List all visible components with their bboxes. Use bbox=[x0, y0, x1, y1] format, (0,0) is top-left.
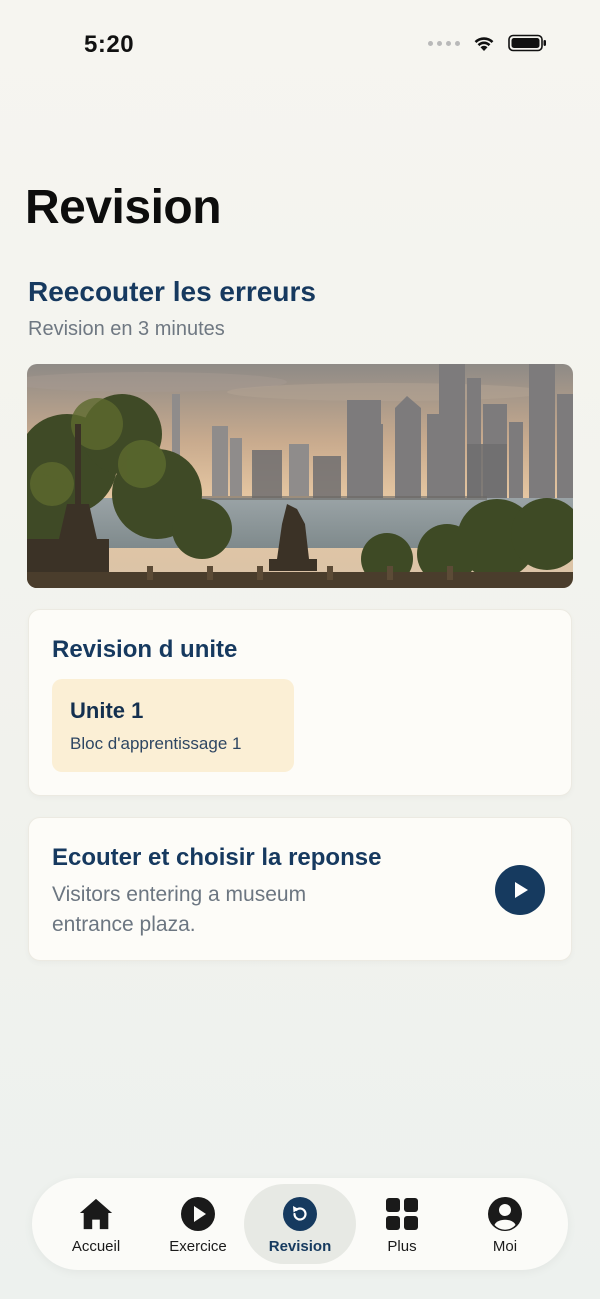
errors-section-subtitle: Revision en 3 minutes bbox=[28, 318, 225, 340]
play-button[interactable] bbox=[495, 865, 545, 915]
listen-card-description: Visitors entering a museum entrance plaz… bbox=[52, 883, 307, 936]
grid-icon bbox=[384, 1196, 420, 1232]
tab-plus[interactable]: Plus bbox=[350, 1178, 454, 1270]
bottom-tab-bar: Accueil Exercice Revision Plus Moi bbox=[32, 1178, 568, 1270]
page-title: Revision bbox=[25, 181, 222, 234]
unit-review-card: Revision d unite Unite 1 Bloc d'apprenti… bbox=[28, 609, 572, 796]
unit-chip-subtitle: Bloc d'apprentissage 1 bbox=[70, 734, 242, 753]
listen-exercise-card[interactable]: Ecouter et choisir la reponse Visitors e… bbox=[28, 817, 572, 961]
wifi-icon bbox=[474, 37, 494, 51]
tab-moi-label: Moi bbox=[492, 1238, 518, 1255]
review-icon bbox=[282, 1196, 318, 1232]
tab-accueil-label: Accueil bbox=[71, 1238, 121, 1255]
battery-icon bbox=[508, 34, 546, 52]
tab-revision[interactable]: Revision bbox=[244, 1184, 356, 1264]
errors-section-title[interactable]: Reecouter les erreurs bbox=[28, 276, 316, 308]
tab-accueil[interactable]: Accueil bbox=[44, 1178, 148, 1270]
tab-exercice[interactable]: Exercice bbox=[146, 1178, 250, 1270]
tab-exercice-label: Exercice bbox=[169, 1238, 227, 1255]
unit-chip-title: Unite 1 bbox=[70, 698, 144, 723]
status-time: 5:20 bbox=[84, 31, 135, 58]
listen-card-title: Ecouter et choisir la reponse bbox=[52, 844, 382, 871]
play-icon bbox=[515, 882, 528, 898]
tab-plus-label: Plus bbox=[387, 1238, 417, 1255]
play-circle-icon bbox=[180, 1196, 216, 1232]
profile-icon bbox=[487, 1196, 523, 1232]
cellular-signal-icon bbox=[428, 40, 460, 46]
unit-review-title: Revision d unite bbox=[52, 636, 238, 663]
unit-chip[interactable]: Unite 1 Bloc d'apprentissage 1 bbox=[52, 679, 294, 772]
status-bar: 5:20 bbox=[0, 0, 600, 92]
home-icon bbox=[78, 1196, 114, 1232]
tab-moi[interactable]: Moi bbox=[453, 1178, 557, 1270]
tab-revision-label: Revision bbox=[268, 1238, 332, 1255]
hero-skyline-image[interactable] bbox=[27, 364, 573, 588]
status-icons bbox=[428, 34, 548, 52]
